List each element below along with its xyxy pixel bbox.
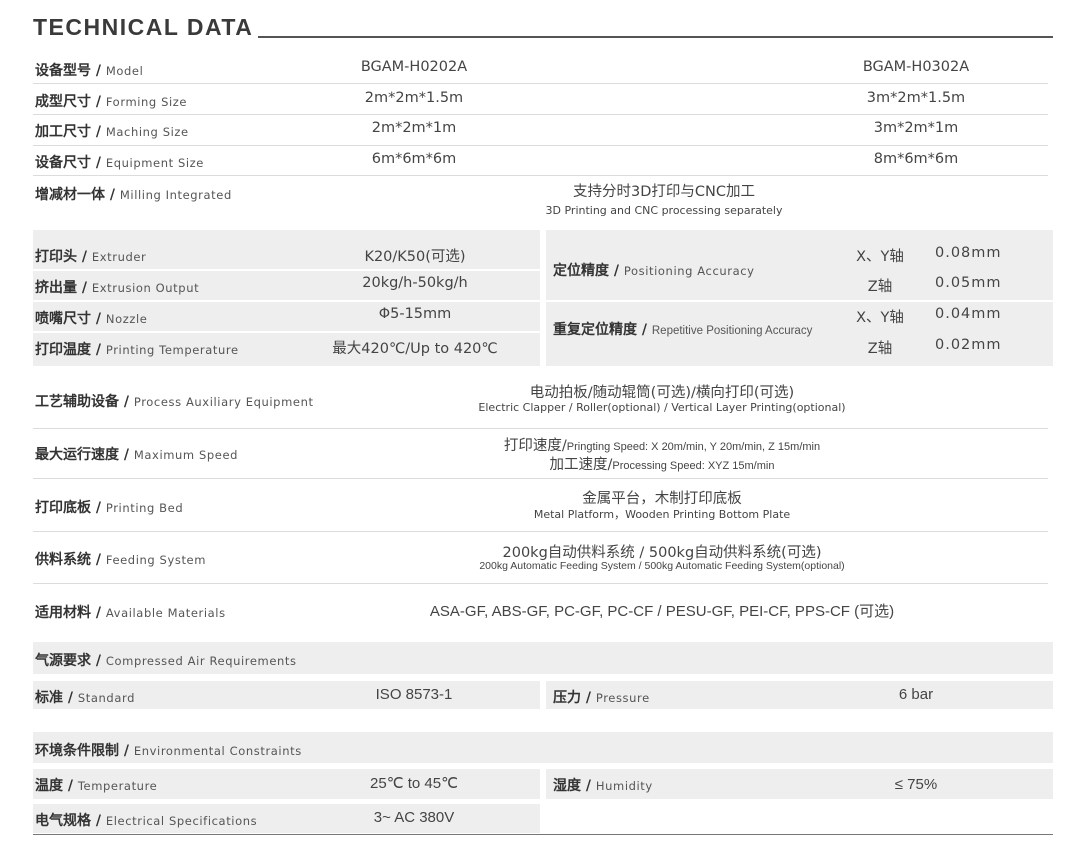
positioning-xy-label: X、Y轴 bbox=[856, 249, 904, 265]
electrical-value: 3~ AC 380V bbox=[373, 809, 455, 826]
row-divider bbox=[33, 300, 540, 302]
aux-equipment-value-cn: 电动拍板/随动辊筒(可选)/横向打印(可选) bbox=[529, 385, 795, 401]
repetitive-xy-value: 0.04mm bbox=[935, 306, 1002, 322]
positioning-z-value: 0.05mm bbox=[935, 275, 1002, 291]
repetitive-xy-label: X、Y轴 bbox=[856, 310, 904, 326]
forming-size-label: 成型尺寸 / Forming Size bbox=[35, 94, 188, 110]
bottom-rule bbox=[33, 834, 1053, 835]
pressure-value: 6 bar bbox=[898, 686, 934, 703]
row-divider bbox=[33, 478, 1048, 479]
extruder-label: 打印头 / Extruder bbox=[35, 249, 147, 265]
printing-bed-value-en: Metal Platform，Wooden Printing Bottom Pl… bbox=[533, 508, 791, 521]
temperature-value: 25℃ to 45℃ bbox=[370, 775, 458, 792]
electrical-label: 电气规格 / Electrical Specifications bbox=[35, 813, 258, 829]
extruder-value: K20/K50(可选) bbox=[364, 249, 466, 265]
maching-size-value-2: 3m*2m*1m bbox=[873, 120, 959, 136]
extrusion-output-label: 挤出量 / Extrusion Output bbox=[35, 280, 200, 296]
repetitive-z-value: 0.02mm bbox=[935, 337, 1002, 353]
row-divider bbox=[33, 331, 540, 333]
nozzle-value: Φ5-15mm bbox=[378, 306, 452, 322]
model-value-1: BGAM-H0202A bbox=[360, 59, 468, 75]
printing-temperature-label: 打印温度 / Printing Temperature bbox=[35, 342, 239, 358]
available-materials-value: ASA-GF, ABS-GF, PC-GF, PC-CF / PESU-GF, … bbox=[429, 603, 895, 620]
temperature-label: 温度 / Temperature bbox=[35, 778, 158, 794]
title-rule bbox=[258, 36, 1053, 38]
nozzle-label: 喷嘴尺寸 / Nozzle bbox=[35, 311, 148, 327]
extrusion-output-value: 20kg/h-50kg/h bbox=[362, 275, 468, 291]
positioning-z-label: Z轴 bbox=[867, 279, 893, 295]
equipment-size-label: 设备尺寸 / Equipment Size bbox=[35, 155, 204, 171]
air-requirements-label: 气源要求 / Compressed Air Requirements bbox=[35, 653, 297, 669]
maching-size-label: 加工尺寸 / Maching Size bbox=[35, 124, 189, 140]
standard-value: ISO 8573-1 bbox=[375, 686, 453, 703]
standard-label: 标准 / Standard bbox=[35, 690, 135, 706]
humidity-value: ≤ 75% bbox=[894, 776, 938, 793]
printing-bed-value-cn: 金属平台，木制打印底板 bbox=[582, 491, 742, 507]
row-divider bbox=[546, 300, 1053, 302]
row-divider bbox=[33, 531, 1048, 532]
env-constraints-label: 环境条件限制 / Environmental Constraints bbox=[35, 743, 302, 759]
row-divider bbox=[33, 428, 1048, 429]
feeding-system-value-cn: 200kg自动供料系统 / 500kg自动供料系统(可选) bbox=[502, 545, 822, 561]
printing-bed-label: 打印底板 / Printing Bed bbox=[35, 500, 184, 516]
model-label: 设备型号 / Model bbox=[35, 63, 144, 79]
row-divider bbox=[33, 83, 1048, 84]
row-divider bbox=[33, 175, 1048, 176]
row-divider bbox=[33, 145, 1048, 146]
equipment-size-value-2: 8m*6m*6m bbox=[873, 151, 959, 167]
printing-speed-value: 打印速度/Pringting Speed: X 20m/min, Y 20m/m… bbox=[503, 438, 821, 454]
row-divider bbox=[33, 583, 1048, 584]
feeding-system-value-en: 200kg Automatic Feeding System / 500kg A… bbox=[479, 560, 845, 572]
maching-size-value-1: 2m*2m*1m bbox=[371, 120, 457, 136]
processing-speed-value: 加工速度/Processing Speed: XYZ 15m/min bbox=[549, 457, 775, 473]
page-title: TECHNICAL DATA bbox=[33, 14, 254, 40]
positioning-accuracy-label: 定位精度 / Positioning Accuracy bbox=[553, 263, 755, 279]
model-value-2: BGAM-H0302A bbox=[862, 59, 970, 75]
available-materials-label: 适用材料 / Available Materials bbox=[35, 605, 226, 621]
forming-size-value-2: 3m*2m*1.5m bbox=[866, 90, 966, 106]
equipment-size-value-1: 6m*6m*6m bbox=[371, 151, 457, 167]
repetitive-z-label: Z轴 bbox=[867, 341, 893, 357]
milling-label: 增减材一体 / Milling Integrated bbox=[35, 187, 232, 203]
repetitive-accuracy-label: 重复定位精度 / Repetitive Positioning Accuracy bbox=[553, 322, 813, 338]
printing-temperature-value: 最大420℃/Up to 420℃ bbox=[332, 341, 498, 357]
row-divider bbox=[33, 269, 540, 271]
aux-equipment-label: 工艺辅助设备 / Process Auxiliary Equipment bbox=[35, 394, 314, 410]
aux-equipment-value-en: Electric Clapper / Roller(optional) / Ve… bbox=[478, 401, 846, 414]
milling-value-en: 3D Printing and CNC processing separatel… bbox=[545, 204, 783, 217]
max-speed-label: 最大运行速度 / Maximum Speed bbox=[35, 447, 239, 463]
humidity-label: 湿度 / Humidity bbox=[553, 778, 653, 794]
positioning-xy-value: 0.08mm bbox=[935, 245, 1002, 261]
row-divider bbox=[33, 114, 1048, 115]
feeding-system-label: 供料系统 / Feeding System bbox=[35, 552, 207, 568]
forming-size-value-1: 2m*2m*1.5m bbox=[364, 90, 464, 106]
pressure-label: 压力 / Pressure bbox=[553, 690, 650, 706]
milling-value-cn: 支持分时3D打印与CNC加工 bbox=[573, 184, 755, 200]
